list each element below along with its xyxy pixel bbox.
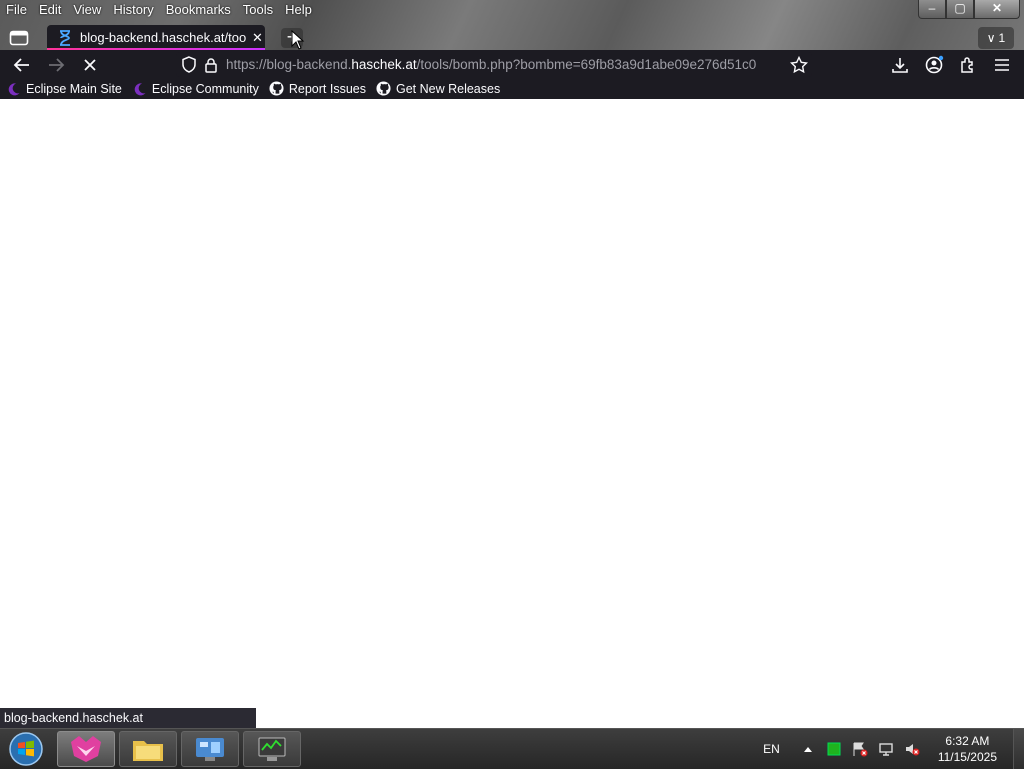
- eclipse-icon: [6, 82, 22, 96]
- url-text[interactable]: https://blog-backend.haschek.at/tools/bo…: [226, 57, 782, 72]
- taskbar: EN 6:32 AM 11/15/2025: [0, 728, 1024, 769]
- network-icon[interactable]: [878, 741, 894, 757]
- tab-close-button[interactable]: ✕: [252, 30, 263, 46]
- firefox-view-button[interactable]: [5, 26, 33, 50]
- lock-icon[interactable]: [204, 57, 218, 73]
- url-prefix: https://blog-backend.: [226, 57, 352, 72]
- start-button[interactable]: [6, 731, 46, 767]
- bookmark-star-icon[interactable]: [790, 55, 808, 74]
- menu-history[interactable]: History: [107, 0, 159, 20]
- windows-start-orb-icon: [9, 732, 43, 766]
- taskbar-explorer-button[interactable]: [119, 731, 177, 767]
- mouse-cursor-icon: [291, 30, 305, 50]
- tracking-protection-shield-icon[interactable]: [181, 56, 197, 73]
- forward-arrow-icon: [49, 58, 65, 72]
- browser-titlebar: File Edit View History Bookmarks Tools H…: [0, 0, 1024, 50]
- page-content[interactable]: blog-backend.haschek.at: [0, 99, 1024, 728]
- puzzle-piece-icon: [961, 57, 973, 73]
- tab-title: blog-backend.haschek.at/tools/bomb.php: [80, 30, 246, 45]
- status-link-preview: blog-backend.haschek.at: [0, 708, 256, 728]
- clock-time: 6:32 AM: [945, 734, 990, 748]
- eclipse-icon: [132, 82, 148, 96]
- taskbar-control-panel-button[interactable]: [181, 731, 239, 767]
- window-controls: – ▢ ✕: [918, 0, 1020, 19]
- monitor-icon: [258, 737, 286, 761]
- extensions-button[interactable]: [957, 54, 979, 76]
- back-arrow-icon: [13, 58, 29, 72]
- show-desktop-button[interactable]: [1013, 729, 1024, 769]
- url-path: /tools/bomb.php?bombme=69fb83a9d1abe09e2…: [416, 57, 757, 72]
- close-window-button[interactable]: ✕: [974, 0, 1020, 19]
- stop-loading-button[interactable]: [79, 54, 101, 76]
- bookmarks-toolbar: Eclipse Main Site Eclipse Community Repo…: [0, 78, 1024, 100]
- system-tray: EN 6:32 AM 11/15/2025: [763, 729, 1024, 769]
- menu-tools[interactable]: Tools: [237, 0, 279, 20]
- taskbar-task-manager-button[interactable]: [243, 731, 301, 767]
- control-panel-icon: [196, 738, 224, 761]
- hamburger-menu-icon: [995, 59, 1009, 71]
- account-button[interactable]: [923, 54, 945, 76]
- folder-icon: [133, 741, 163, 761]
- list-all-tabs-button[interactable]: ∨ 1: [978, 27, 1014, 49]
- menu-bookmarks[interactable]: Bookmarks: [160, 0, 237, 20]
- clock-date: 11/15/2025: [937, 750, 997, 764]
- app-menu-button[interactable]: [991, 54, 1013, 76]
- maximize-button[interactable]: ▢: [946, 0, 974, 19]
- language-indicator[interactable]: EN: [763, 742, 780, 756]
- forward-button[interactable]: [45, 54, 67, 76]
- menu-file[interactable]: File: [0, 0, 33, 20]
- navigation-toolbar: https://blog-backend.haschek.at/tools/bo…: [0, 50, 1024, 78]
- back-button[interactable]: [11, 54, 33, 76]
- loading-hourglass-icon: [58, 29, 72, 46]
- tab-active[interactable]: blog-backend.haschek.at/tools/bomb.php ✕: [47, 25, 265, 50]
- bookmark-eclipse-community[interactable]: Eclipse Community: [132, 82, 259, 96]
- bookmark-label: Report Issues: [288, 81, 366, 96]
- menu-edit[interactable]: Edit: [33, 0, 67, 20]
- bookmark-label: Eclipse Community: [151, 81, 259, 96]
- green-status-icon[interactable]: [826, 741, 842, 757]
- chevron-down-icon: ∨: [986, 31, 996, 45]
- show-hidden-icons-arrow-icon[interactable]: [800, 741, 816, 757]
- bookmark-label: Get New Releases: [395, 81, 501, 96]
- url-host: haschek.at: [351, 57, 417, 72]
- account-icon: [925, 55, 944, 74]
- github-icon: [376, 81, 392, 96]
- taskbar-browser-button[interactable]: [57, 731, 115, 767]
- bookmark-eclipse-main-site[interactable]: Eclipse Main Site: [6, 82, 122, 96]
- bookmark-report-issues[interactable]: Report Issues: [269, 81, 366, 96]
- menu-view[interactable]: View: [67, 0, 107, 20]
- minimize-button[interactable]: –: [918, 0, 946, 19]
- action-center-flag-icon[interactable]: [852, 741, 868, 757]
- download-icon: [892, 58, 908, 73]
- firefox-view-icon: [9, 30, 29, 46]
- github-icon: [269, 81, 285, 96]
- stop-x-icon: [84, 59, 96, 71]
- url-bar[interactable]: https://blog-backend.haschek.at/tools/bo…: [176, 52, 812, 77]
- menu-bar: File Edit View History Bookmarks Tools H…: [0, 0, 318, 20]
- menu-help[interactable]: Help: [279, 0, 318, 20]
- volume-muted-icon[interactable]: [904, 741, 920, 757]
- browser-fox-icon: [71, 736, 101, 762]
- bookmark-label: Eclipse Main Site: [26, 81, 122, 96]
- clock[interactable]: 6:32 AM 11/15/2025: [938, 733, 997, 765]
- bookmark-get-new-releases[interactable]: Get New Releases: [376, 81, 501, 96]
- tab-count: 1: [998, 31, 1006, 45]
- downloads-button[interactable]: [889, 54, 911, 76]
